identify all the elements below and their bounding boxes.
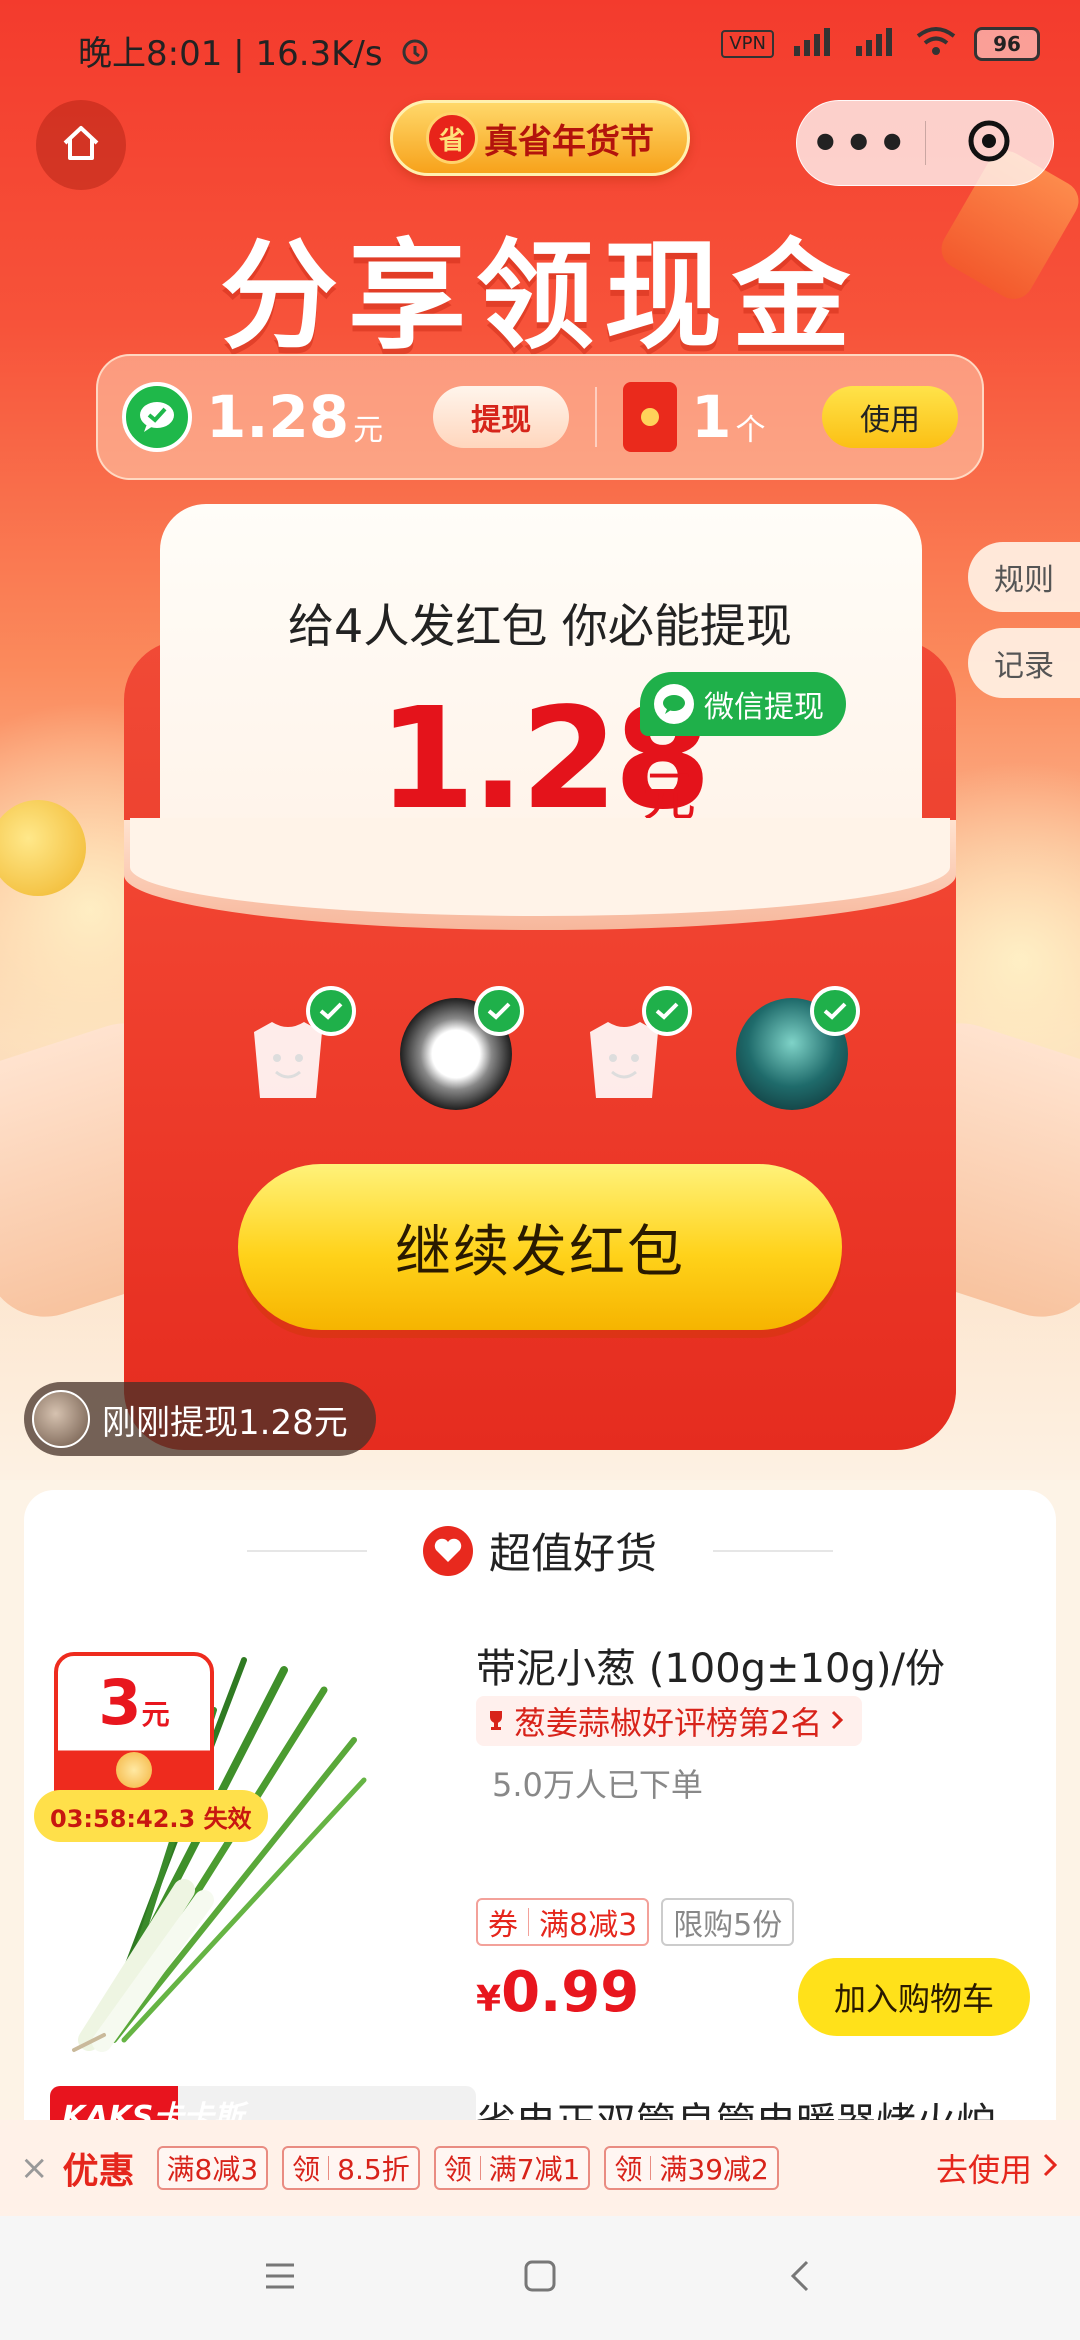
status-time: 晚上8:01 bbox=[78, 34, 223, 74]
target-circle-icon bbox=[966, 118, 1012, 168]
toast-avatar bbox=[32, 1390, 90, 1448]
promo-tag-prefix: 领 bbox=[292, 2153, 321, 2186]
section-header: 超值好货 bbox=[24, 1520, 1056, 1581]
red-envelope-icon bbox=[623, 382, 678, 452]
withdraw-button[interactable]: 提现 bbox=[433, 386, 570, 448]
check-icon bbox=[642, 986, 692, 1036]
chevron-right-icon bbox=[1040, 2149, 1060, 2187]
more-menu-button[interactable]: ••• bbox=[797, 120, 925, 166]
close-mini-program-button[interactable] bbox=[926, 118, 1054, 168]
back-button[interactable] bbox=[770, 2248, 830, 2308]
home-nav-button[interactable] bbox=[510, 2248, 570, 2308]
check-icon bbox=[474, 986, 524, 1036]
status-divider: | bbox=[233, 34, 256, 74]
product-tags: 券 满8减3 限购5份 bbox=[476, 1898, 795, 1946]
more-dots-icon: ••• bbox=[810, 116, 911, 170]
square-icon bbox=[520, 2256, 560, 2300]
heart-icon bbox=[422, 1525, 473, 1576]
festival-badge-label: 真省年货节 bbox=[484, 121, 654, 162]
menu-button[interactable] bbox=[250, 2248, 310, 2308]
home-button[interactable] bbox=[36, 100, 126, 190]
mini-program-capsule: ••• bbox=[796, 100, 1054, 186]
cash-unit: 元 bbox=[353, 413, 384, 448]
coupon-value: 3元 bbox=[58, 1666, 210, 1739]
status-left: 晚上8:01 | 16.3K/s bbox=[78, 26, 431, 76]
signal-icon bbox=[792, 26, 836, 62]
continue-send-envelope-button[interactable]: 继续发红包 bbox=[238, 1164, 842, 1330]
promo-tag[interactable]: 领 8.5折 bbox=[282, 2146, 420, 2190]
promo-tag-prefix: 领 bbox=[614, 2153, 643, 2186]
section-title: 超值好货 bbox=[488, 1529, 657, 1578]
page-title: 分享领现金 bbox=[219, 227, 860, 365]
network-speed: 16.3K/s bbox=[255, 34, 383, 74]
balance-divider bbox=[595, 387, 598, 447]
coupon-tag-prefix: 券 bbox=[488, 1908, 518, 1943]
status-right: VPN 96 bbox=[721, 26, 1040, 62]
vpn-badge: VPN bbox=[721, 30, 774, 58]
promo-tag-prefix: 领 bbox=[443, 2153, 472, 2186]
wechat-withdraw-badge: 微信提现 bbox=[640, 672, 846, 736]
coupon-tag-value: 满8减3 bbox=[539, 1908, 638, 1943]
products-panel: 超值好货 3元 03:58:42.3 失效 带泥小葱 (100g±10g)/份 bbox=[24, 1490, 1056, 2130]
battery-icon: 96 bbox=[974, 27, 1040, 61]
wifi-icon bbox=[916, 26, 956, 62]
cash-balance: 1.28 bbox=[206, 383, 350, 451]
festival-badge[interactable]: 省 真省年货节 bbox=[390, 100, 690, 176]
purchase-limit-tag: 限购5份 bbox=[661, 1898, 795, 1946]
check-icon bbox=[810, 986, 860, 1036]
check-icon bbox=[306, 986, 356, 1036]
coupon-amount: 3 bbox=[98, 1666, 142, 1739]
promo-tag-value: 满8减3 bbox=[166, 2153, 259, 2186]
promo-tag-value: 满7减1 bbox=[488, 2153, 581, 2186]
product-rank-badge[interactable]: 葱姜蒜椒好评榜第2名 bbox=[476, 1696, 863, 1746]
withdraw-toast: 刚刚提现1.28元 bbox=[24, 1382, 376, 1456]
coin-icon bbox=[116, 1752, 152, 1788]
promo-tag-value: 8.5折 bbox=[337, 2153, 410, 2186]
coupon-countdown: 03:58:42.3 失效 bbox=[34, 1790, 268, 1842]
trophy-icon bbox=[484, 1702, 508, 1740]
festival-icon: 省 bbox=[426, 112, 478, 164]
hamburger-icon bbox=[260, 2259, 300, 2297]
envelope-title: 给4人发红包 你必能提现 bbox=[288, 599, 792, 653]
wechat-withdraw-label: 微信提现 bbox=[704, 690, 824, 725]
envelope-front bbox=[124, 860, 956, 1450]
signal-icon-2 bbox=[854, 26, 898, 62]
promo-tag[interactable]: 满8减3 bbox=[156, 2146, 269, 2190]
alarm-icon bbox=[399, 35, 431, 76]
section-line-right bbox=[713, 1549, 833, 1552]
chevron-right-icon bbox=[828, 1702, 846, 1740]
promo-bar: × 优惠 满8减3 领 8.5折 领 满7减1 领 满39减2 去使用 bbox=[0, 2120, 1080, 2216]
coupon-unit: 元 bbox=[141, 1698, 170, 1731]
toast-text: 刚刚提现1.28元 bbox=[102, 1402, 348, 1443]
envelope-unit: 个 bbox=[735, 413, 766, 448]
use-envelope-button[interactable]: 使用 bbox=[822, 386, 958, 448]
go-use-button[interactable]: 去使用 bbox=[936, 2145, 1060, 2191]
wechat-mini-icon bbox=[654, 684, 694, 724]
home-icon bbox=[59, 121, 103, 169]
product-rank-label: 葱姜蒜椒好评榜第2名 bbox=[514, 1704, 823, 1742]
go-use-label: 去使用 bbox=[935, 2151, 1032, 2189]
section-line-left bbox=[246, 1549, 367, 1552]
product-sold-count: 5.0万人已下单 bbox=[492, 1766, 703, 1804]
balance-bar: 1.28 元 提现 1 个 使用 bbox=[96, 354, 984, 480]
price-symbol: ¥ bbox=[476, 1979, 502, 2020]
envelope-count: 1 bbox=[691, 383, 732, 451]
back-arrow-icon bbox=[785, 2256, 815, 2300]
product-name[interactable]: 带泥小葱 (100g±10g)/份 bbox=[476, 1636, 945, 1694]
wechat-icon bbox=[122, 382, 192, 452]
coupon-tag: 券 满8减3 bbox=[476, 1898, 650, 1946]
close-icon[interactable]: × bbox=[20, 2148, 49, 2188]
envelope-flap-inner bbox=[130, 818, 950, 916]
product-price: ¥0.99 bbox=[476, 1960, 639, 2025]
promo-title: 优惠 bbox=[62, 2151, 135, 2192]
promo-tag[interactable]: 领 满39减2 bbox=[604, 2146, 779, 2190]
price-value: 0.99 bbox=[501, 1960, 640, 2025]
add-to-cart-button[interactable]: 加入购物车 bbox=[798, 1958, 1030, 2036]
promo-tag[interactable]: 领 满7减1 bbox=[433, 2146, 591, 2190]
promo-tag-value: 满39减2 bbox=[659, 2153, 769, 2186]
status-bar: 晚上8:01 | 16.3K/s VPN 96 bbox=[0, 0, 1080, 100]
system-nav-bar bbox=[0, 2216, 1080, 2340]
